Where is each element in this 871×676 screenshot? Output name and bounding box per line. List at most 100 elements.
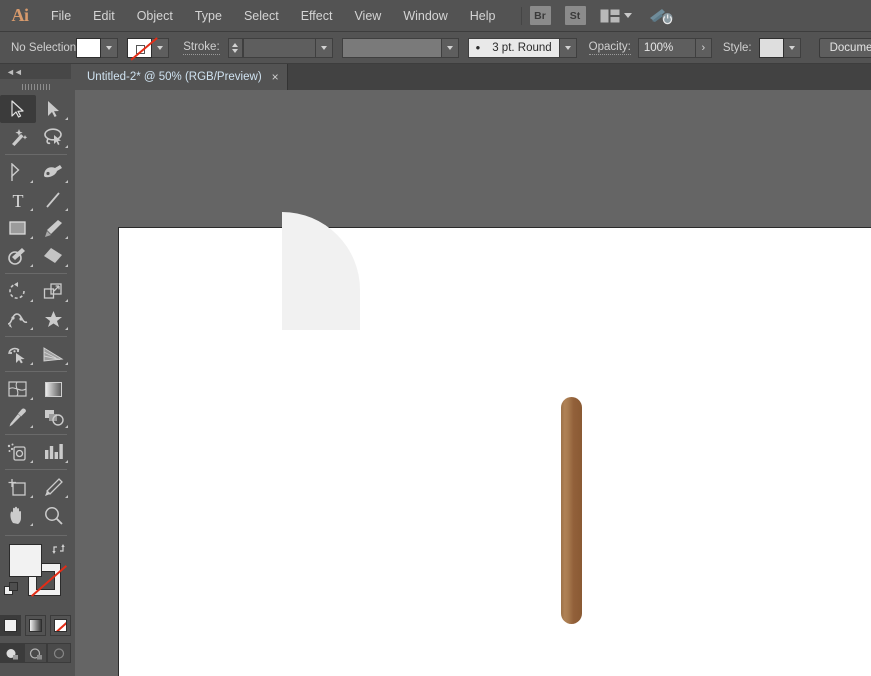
menu-effect[interactable]: Effect: [290, 0, 344, 32]
stock-button[interactable]: St: [565, 6, 586, 25]
gradient-swatch-icon: [29, 619, 42, 632]
draw-behind-button[interactable]: [24, 643, 48, 663]
fill-swatch[interactable]: [76, 38, 101, 58]
control-bar: No Selection Stroke: • 3 pt. Round: [0, 32, 871, 64]
brush-definition-text: 3 pt. Round: [492, 42, 551, 54]
blend-tool[interactable]: [36, 403, 72, 431]
draw-inside-button[interactable]: [47, 643, 71, 663]
tools-divider: [5, 273, 67, 274]
shaper-tool[interactable]: [0, 242, 36, 270]
style-label: Style:: [723, 42, 752, 54]
gradient-tool[interactable]: [36, 375, 72, 403]
slice-tool[interactable]: [36, 473, 72, 501]
opacity-control[interactable]: 100% ›: [638, 38, 712, 58]
illustrator-window: Ai File Edit Object Type Select Effect V…: [0, 0, 871, 676]
canvas-area[interactable]: [75, 90, 871, 676]
stroke-label[interactable]: Stroke:: [183, 41, 219, 55]
graphic-style-swatch[interactable]: [759, 38, 784, 58]
direct-selection-tool[interactable]: [36, 95, 72, 123]
type-tool[interactable]: T: [0, 186, 36, 214]
free-transform-tool[interactable]: [36, 305, 72, 333]
artboard[interactable]: [118, 227, 871, 676]
width-tool[interactable]: [0, 305, 36, 333]
color-mode-button[interactable]: [0, 615, 21, 636]
tools-panel-grabber[interactable]: [0, 79, 71, 95]
default-fill-stroke-icon[interactable]: [4, 582, 19, 602]
fill-stroke-controls: [0, 540, 71, 612]
brown-stick-shape[interactable]: [561, 397, 582, 624]
rocket-power-icon[interactable]: [648, 7, 674, 25]
tools-collapse-button[interactable]: ◄◄: [0, 64, 71, 79]
bridge-button[interactable]: Br: [530, 6, 551, 25]
close-icon[interactable]: ×: [272, 71, 279, 83]
width-profile-value[interactable]: [342, 38, 442, 58]
curvature-tool[interactable]: [36, 158, 72, 186]
fill-dropdown-chevron-icon[interactable]: [101, 38, 118, 58]
eyedropper-tool[interactable]: [0, 403, 36, 431]
line-segment-tool[interactable]: [36, 186, 72, 214]
stroke-weight-chevron-icon[interactable]: [316, 38, 333, 58]
brush-definition-control[interactable]: • 3 pt. Round: [468, 38, 577, 58]
tools-grid: T: [0, 95, 71, 529]
rotate-tool[interactable]: [0, 277, 36, 305]
stroke-color-control[interactable]: [127, 38, 169, 58]
perspective-grid-tool[interactable]: [36, 340, 72, 368]
menu-window[interactable]: Window: [392, 0, 458, 32]
menu-view[interactable]: View: [343, 0, 392, 32]
rectangle-tool[interactable]: [0, 214, 36, 242]
menu-edit[interactable]: Edit: [82, 0, 126, 32]
shape-builder-tool[interactable]: [0, 340, 36, 368]
tools-divider: [5, 434, 67, 435]
hand-tool[interactable]: [0, 501, 36, 529]
tools-divider: [5, 469, 67, 470]
graphic-style-control[interactable]: [759, 38, 801, 58]
document-tab-title: Untitled-2* @ 50% (RGB/Preview): [87, 71, 262, 83]
stroke-weight-control[interactable]: [228, 38, 333, 58]
opacity-input[interactable]: 100%: [638, 38, 696, 58]
artboard-tool[interactable]: [0, 473, 36, 501]
tools-divider: [5, 535, 67, 536]
double-chevron-left-icon: ◄◄: [6, 67, 22, 77]
selection-tool[interactable]: [0, 95, 36, 123]
draw-normal-button[interactable]: [0, 643, 24, 663]
swap-fill-stroke-icon[interactable]: [52, 542, 65, 560]
opacity-label[interactable]: Opacity:: [589, 41, 631, 55]
stroke-weight-stepper[interactable]: [228, 38, 243, 58]
magic-wand-tool[interactable]: [0, 123, 36, 151]
eraser-tool[interactable]: [36, 242, 72, 270]
toolbar-fill-swatch[interactable]: [9, 544, 42, 577]
brush-definition-value[interactable]: • 3 pt. Round: [468, 38, 560, 58]
menu-help[interactable]: Help: [459, 0, 507, 32]
lasso-tool[interactable]: [36, 123, 72, 151]
document-setup-button[interactable]: Document Setup: [819, 38, 871, 58]
ai-logo-icon: Ai: [0, 5, 40, 26]
stroke-weight-input[interactable]: [243, 38, 316, 58]
color-swatch-icon: [4, 619, 17, 632]
stroke-swatch[interactable]: [127, 38, 152, 58]
arrange-documents-icon[interactable]: [600, 9, 620, 23]
document-tab[interactable]: Untitled-2* @ 50% (RGB/Preview) ×: [75, 64, 288, 90]
zoom-tool[interactable]: [36, 501, 72, 529]
menu-file[interactable]: File: [40, 0, 82, 32]
menu-bar: Ai File Edit Object Type Select Effect V…: [0, 0, 871, 32]
none-mode-button[interactable]: [50, 615, 71, 636]
opacity-expand-arrow-icon[interactable]: ›: [696, 38, 712, 58]
pen-tool[interactable]: [0, 158, 36, 186]
fill-color-control[interactable]: [76, 38, 118, 58]
graphic-style-chevron-icon[interactable]: [784, 38, 801, 58]
column-graph-tool[interactable]: [36, 438, 72, 466]
gradient-mode-button[interactable]: [25, 615, 46, 636]
paintbrush-tool[interactable]: [36, 214, 72, 242]
symbol-sprayer-tool[interactable]: [0, 438, 36, 466]
menu-object[interactable]: Object: [126, 0, 184, 32]
width-profile-chevron-icon[interactable]: [442, 38, 459, 58]
width-profile-control[interactable]: [342, 38, 459, 58]
menu-type[interactable]: Type: [184, 0, 233, 32]
tools-panel: ◄◄: [0, 64, 71, 676]
scale-tool[interactable]: [36, 277, 72, 305]
menu-select[interactable]: Select: [233, 0, 290, 32]
mesh-tool[interactable]: [0, 375, 36, 403]
svg-text:T: T: [12, 191, 23, 210]
brush-definition-chevron-icon[interactable]: [560, 38, 577, 58]
chevron-down-icon[interactable]: [624, 13, 632, 18]
